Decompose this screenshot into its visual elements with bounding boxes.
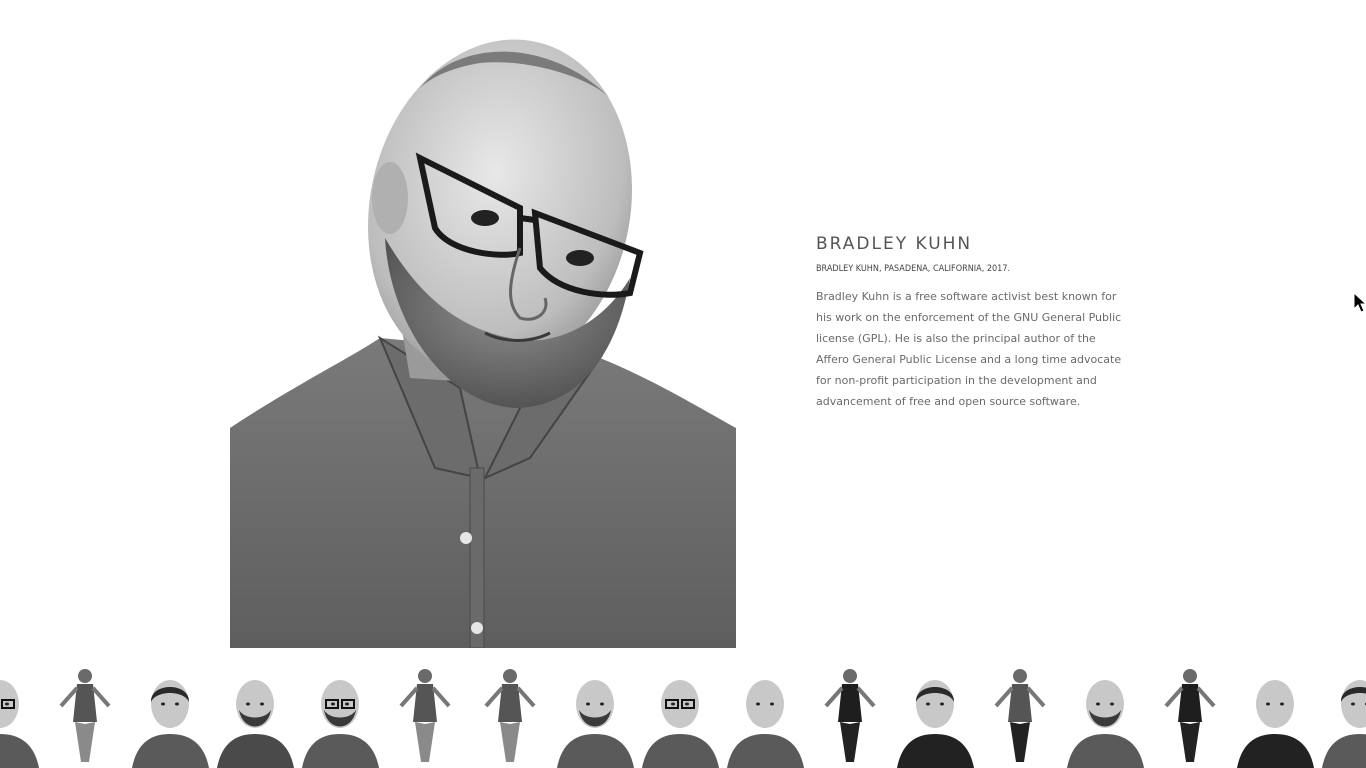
thumbnail-portrait-image [897, 680, 974, 768]
thumbnail-portrait-image [132, 680, 209, 768]
thumbnail-portrait-image [1322, 680, 1366, 768]
thumbnail-8[interactable] [557, 662, 634, 768]
thumbnail-portrait-image [302, 680, 379, 768]
thumbnail-17[interactable] [1322, 662, 1366, 768]
thumbnail-portrait-image [484, 669, 536, 762]
thumbnail-portrait-image [727, 680, 804, 768]
thumbnail-portrait-image [642, 680, 719, 768]
thumbnail-4[interactable] [217, 662, 294, 768]
person-name: BRADLEY KUHN [816, 234, 973, 254]
person-info-panel: BRADLEY KUHN BRADLEY KUHN, PASADENA, CAL… [816, 234, 1132, 412]
person-bio: Bradley Kuhn is a free software activist… [816, 290, 1122, 408]
thumbnail-portrait-image [557, 680, 634, 768]
thumbnail-portrait-image [994, 669, 1046, 762]
thumbnail-portrait-image [1067, 680, 1144, 768]
thumbnail-portrait-image [824, 669, 876, 762]
thumbnail-portrait-image [1237, 680, 1314, 768]
thumbnail-portrait-image [59, 669, 111, 762]
mouse-pointer-icon [1353, 291, 1366, 314]
portrait-thumbnail-strip[interactable] [0, 662, 1366, 768]
thumbnail-portrait-image [0, 680, 39, 768]
thumbnail-16[interactable] [1237, 662, 1314, 768]
photo-caption: BRADLEY KUHN, PASADENA, CALIFORNIA, 2017… [816, 264, 1011, 274]
thumbnail-6[interactable] [387, 662, 464, 768]
thumbnail-10[interactable] [727, 662, 804, 768]
thumbnail-5[interactable] [302, 662, 379, 768]
thumbnail-1[interactable] [0, 662, 39, 768]
thumbnail-12[interactable] [897, 662, 974, 768]
thumbnail-14[interactable] [1067, 662, 1144, 768]
thumbnail-7[interactable] [472, 662, 549, 768]
main-portrait-image [230, 28, 736, 648]
thumbnail-13[interactable] [982, 662, 1059, 768]
thumbnail-portrait-image [1164, 669, 1216, 762]
thumbnail-portrait-image [217, 680, 294, 768]
thumbnail-9[interactable] [642, 662, 719, 768]
portrait-illustration [230, 39, 736, 648]
thumbnail-3[interactable] [132, 662, 209, 768]
thumbnail-2[interactable] [47, 662, 124, 768]
thumbnail-11[interactable] [812, 662, 889, 768]
thumbnail-portrait-image [399, 669, 451, 762]
thumbnail-15[interactable] [1152, 662, 1229, 768]
